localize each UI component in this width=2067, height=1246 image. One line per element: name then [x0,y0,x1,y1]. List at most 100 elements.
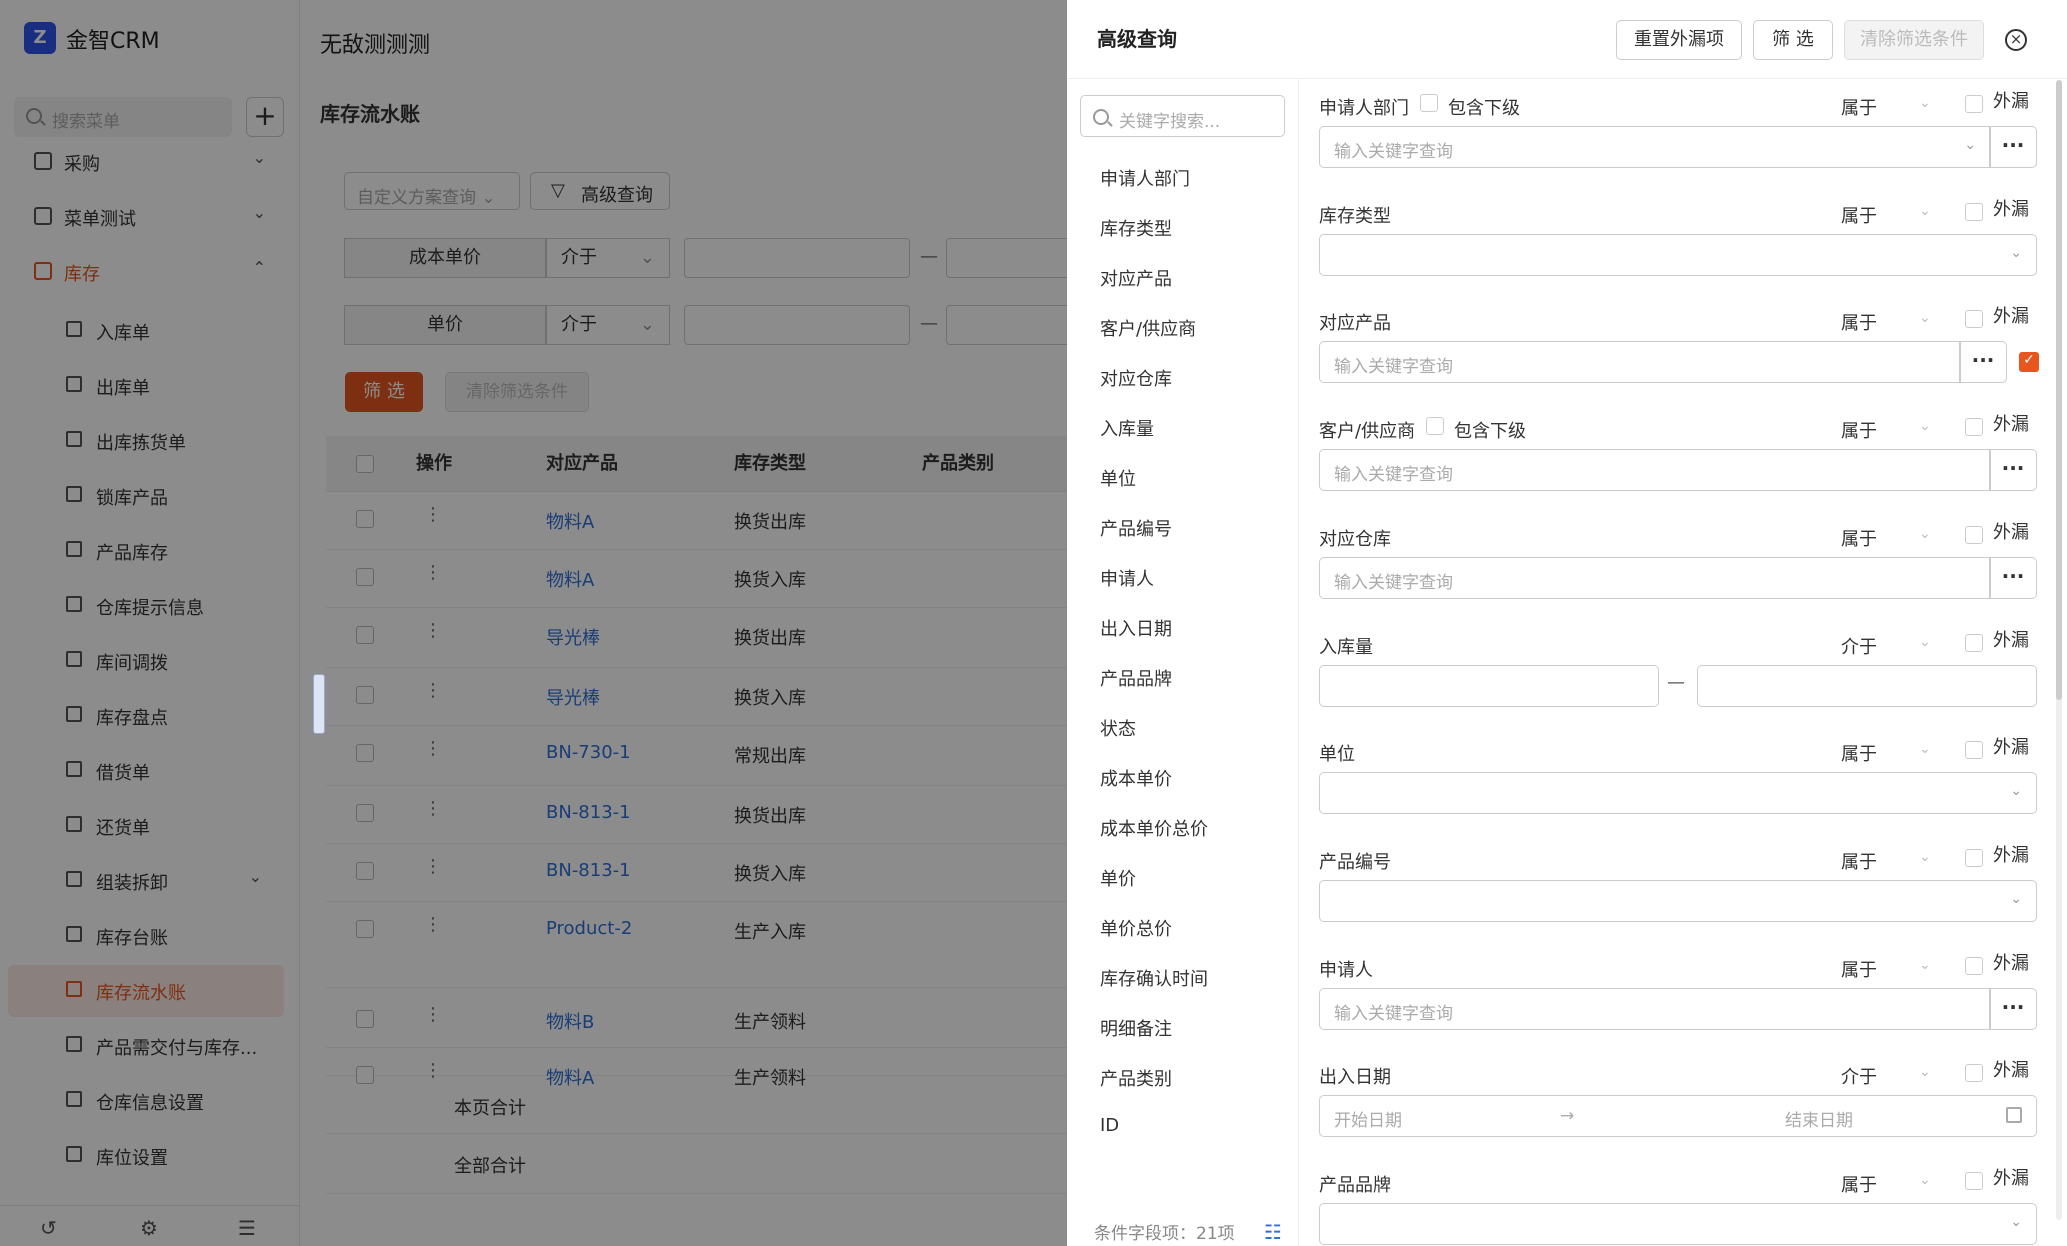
field-item[interactable]: 单价总价 [1100,915,1172,941]
condition-name: 申请人 [1319,959,1373,981]
include-sub-checkbox[interactable] [1420,94,1438,112]
drawer-scroll-thumb[interactable] [2056,80,2062,700]
more-button[interactable]: ··· [1989,449,2037,492]
drawer-title: 高级查询 [1097,27,1177,51]
condition-select[interactable]: ⌄ [1319,233,2037,276]
exposed-checkbox[interactable] [1965,310,1983,329]
close-icon[interactable]: × [2005,29,2027,51]
exposed-label: 外漏 [1993,414,2029,436]
field-item[interactable]: 申请人部门 [1100,165,1190,191]
chevron-down-icon: ⌄ [1919,418,1931,435]
range-max-input[interactable] [1697,664,2037,707]
condition-select[interactable]: ⌄ [1319,772,2037,815]
condition-op-select[interactable]: 属于 [1841,94,1877,120]
field-count: 条件字段项：21项 [1094,1224,1235,1244]
condition-op-select[interactable]: 属于 [1841,525,1877,551]
field-item[interactable]: 产品品牌 [1100,665,1172,691]
condition-op-select[interactable]: 属于 [1841,740,1877,766]
modal-overlay[interactable] [0,0,1067,1246]
chevron-down-icon: ⌄ [2010,244,2022,261]
chevron-down-icon: ⌄ [1919,525,1931,542]
condition-op-select[interactable]: 属于 [1841,202,1877,228]
condition-name: 出入日期 [1319,1067,1391,1089]
exposed-label: 外漏 [1993,521,2029,543]
field-item[interactable]: 申请人 [1100,565,1154,591]
exposed-label: 外漏 [1993,1168,2029,1189]
condition-keyword-input[interactable]: 输入关键字查询 ⌄ [1319,126,1991,168]
chevron-down-icon: ⌄ [2010,783,2022,800]
date-range-picker[interactable]: 开始日期 → 结束日期 [1319,1095,2037,1138]
field-item[interactable]: 成本单价 [1100,765,1172,791]
drawer-filter-button[interactable]: 筛 选 [1753,20,1833,60]
chevron-down-icon: ⌄ [2010,890,2022,907]
condition-name: 客户/供应商 [1319,421,1416,443]
settings-sliders-icon[interactable]: ☷ [1264,1220,1282,1244]
condition-select[interactable]: ⌄ [1319,1203,2037,1245]
field-item[interactable]: 单位 [1100,465,1136,491]
more-button[interactable]: ··· [1989,556,2037,599]
exposed-checkbox[interactable] [1965,95,1983,113]
condition-keyword-input[interactable]: 输入关键字查询 [1319,341,1961,384]
exposed-checkbox[interactable] [1965,633,1983,652]
field-keyword-search[interactable]: 关键字搜索... [1080,95,1285,137]
condition-block: 申请人 属于 ⌄ 外漏 输入关键字查询 ··· [1319,947,2037,1055]
exposed-checkbox[interactable] [1965,956,1983,975]
include-sub-checkbox[interactable] [1426,417,1444,436]
condition-op-select[interactable]: 属于 [1841,1171,1877,1197]
condition-op-select[interactable]: 属于 [1841,417,1877,443]
keyword-placeholder: 关键字搜索... [1119,112,1221,132]
exposed-checkbox[interactable] [1965,1064,1983,1083]
exposed-label: 外漏 [1993,1060,2029,1082]
field-item[interactable]: 库存确认时间 [1100,965,1208,991]
exposed-label: 外漏 [1993,952,2029,974]
field-item[interactable]: 产品类别 [1100,1065,1172,1091]
condition-block: 产品编号 属于 ⌄ 外漏 ⌄ [1319,839,2037,947]
exposed-checkbox[interactable] [1965,848,1983,867]
condition-block: 客户/供应商 包含下级 属于 ⌄ 外漏 输入关键字查询 ··· [1319,408,2037,516]
condition-op-select[interactable]: 属于 [1841,956,1877,982]
condition-op-select[interactable]: 属于 [1841,309,1877,335]
exposed-checkbox[interactable] [1965,418,1983,437]
field-item[interactable]: 成本单价总价 [1100,815,1208,841]
field-item[interactable]: 库存类型 [1100,215,1172,241]
reset-exposed-button[interactable]: 重置外漏项 [1616,20,1742,60]
more-button[interactable]: ··· [1989,126,2037,168]
more-button[interactable]: ··· [1959,341,2007,384]
exposed-checkbox[interactable] [1965,202,1983,221]
field-item[interactable]: 状态 [1100,715,1136,741]
include-sub-label: 包含下级 [1448,98,1520,119]
include-sub-label: 包含下级 [1454,421,1526,443]
field-item[interactable]: 出入日期 [1100,615,1172,641]
condition-checked-checkbox[interactable]: ✓ [2019,352,2039,373]
collapse-handle[interactable] [313,674,325,734]
condition-op-select[interactable]: 介于 [1841,633,1877,659]
field-item[interactable]: ID [1100,1115,1119,1136]
condition-block: 入库量 介于 ⌄ 外漏 — [1319,624,2037,732]
field-item[interactable]: 对应产品 [1100,265,1172,291]
condition-op-select[interactable]: 属于 [1841,848,1877,874]
field-item[interactable]: 入库量 [1100,415,1154,441]
condition-op-select[interactable]: 介于 [1841,1063,1877,1089]
exposed-checkbox[interactable] [1965,525,1983,544]
field-item[interactable]: 对应仓库 [1100,365,1172,391]
condition-keyword-input[interactable]: 输入关键字查询 [1319,556,1991,599]
more-button[interactable]: ··· [1989,987,2037,1030]
exposed-label: 外漏 [1993,91,2029,112]
exposed-checkbox[interactable] [1965,741,1983,760]
exposed-checkbox[interactable] [1965,1172,1983,1190]
condition-block: 库存类型 属于 ⌄ 外漏 ⌄ [1319,193,2037,301]
condition-name: 对应产品 [1319,313,1391,335]
field-item[interactable]: 明细备注 [1100,1015,1172,1041]
drawer-clear-button[interactable]: 清除筛选条件 [1844,20,1984,60]
condition-select[interactable]: ⌄ [1319,879,2037,922]
condition-keyword-input[interactable]: 输入关键字查询 [1319,449,1991,492]
range-min-input[interactable] [1319,664,1659,707]
condition-keyword-input[interactable]: 输入关键字查询 [1319,987,1991,1030]
chevron-down-icon: ⌄ [1919,741,1931,758]
exposed-label: 外漏 [1993,629,2029,651]
condition-name: 单位 [1319,744,1355,766]
field-item[interactable]: 客户/供应商 [1100,315,1196,341]
field-item[interactable]: 产品编号 [1100,515,1172,541]
field-item[interactable]: 单价 [1100,865,1136,891]
range-dash: — [1667,671,1685,693]
